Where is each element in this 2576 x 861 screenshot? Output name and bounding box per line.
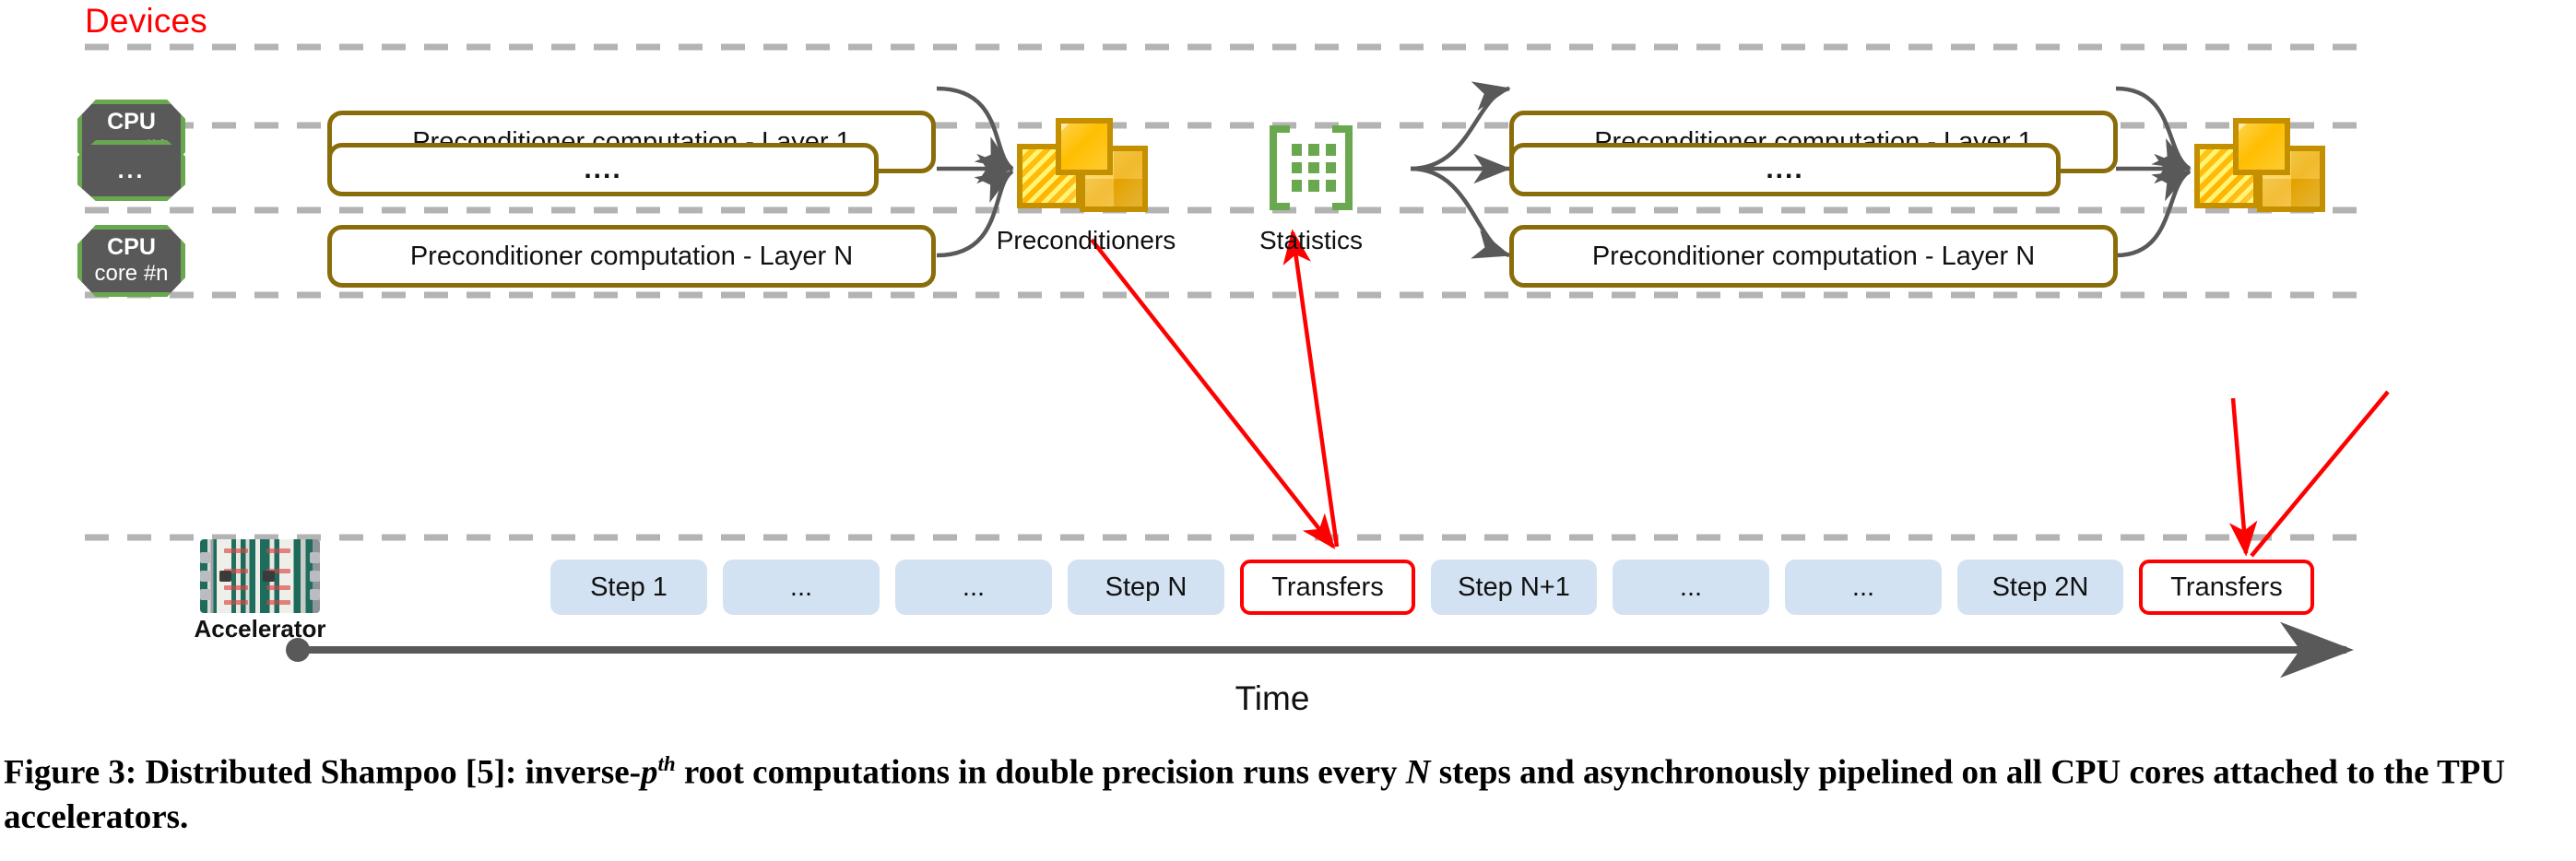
timeline-step-dots-2[interactable]: ... <box>895 560 1052 615</box>
timeline-step-dots-1[interactable]: ... <box>723 560 880 615</box>
bracket-left-icon <box>1270 125 1290 210</box>
red-transfer-arrow <box>1090 229 1340 549</box>
time-axis <box>286 621 2354 678</box>
caption-prefix: Figure 3: Distributed Shampoo [5]: inver… <box>4 753 641 792</box>
converge-arrow-right <box>2115 86 2192 258</box>
precond-box-right-middle: .... <box>1509 143 2061 196</box>
statistics-label: Statistics <box>1258 226 1364 254</box>
timeline-transfers-1[interactable]: Transfers <box>1240 560 1415 615</box>
timeline-step-dots-4[interactable]: ... <box>1785 560 1942 615</box>
preconditioners-icon-right <box>2194 118 2333 219</box>
board-led-row <box>224 585 248 590</box>
figure-distributed-shampoo: Devices CPU core #1 ... CPU core #n Prec… <box>0 0 2576 861</box>
matrix-tile-top <box>1056 118 1113 175</box>
device-node-cpu-core-n: CPU core #n <box>77 225 185 297</box>
caption-math-N: N <box>1405 753 1431 792</box>
board-port <box>310 552 320 563</box>
timeline-transfers-2[interactable]: Transfers <box>2139 560 2314 615</box>
precond-box-right-layerN: Preconditioner computation - Layer N <box>1509 225 2118 288</box>
board-led-row <box>266 600 290 605</box>
timeline-step-1[interactable]: Step 1 <box>550 560 707 615</box>
device-node-line1: CPU <box>107 234 156 261</box>
caption-math-p: p <box>640 753 658 792</box>
caption-math-sup: th <box>657 752 676 775</box>
timeline-step-dots-3[interactable]: ... <box>1613 560 1769 615</box>
device-node-line1: ... <box>117 157 146 183</box>
figure-caption: Figure 3: Distributed Shampoo [5]: inver… <box>4 750 2572 841</box>
preconditioners-label: Preconditioners <box>996 226 1176 254</box>
board-port <box>200 552 210 563</box>
timeline-step-N[interactable]: Step N <box>1068 560 1224 615</box>
precond-box-left-middle: .... <box>327 143 879 196</box>
board-port <box>200 589 210 600</box>
board-port <box>200 571 210 582</box>
board-led-row <box>266 548 290 553</box>
accelerator-board: Accelerator <box>194 539 326 643</box>
time-axis-label: Time <box>1235 679 1310 717</box>
caption-mid: root computations in double precision ru… <box>675 753 1406 792</box>
precond-box-left-layerN: Preconditioner computation - Layer N <box>327 225 936 288</box>
statistics-icon <box>1270 125 1353 210</box>
preconditioners-icon <box>1017 118 1155 219</box>
timeline-step-2N[interactable]: Step 2N <box>1957 560 2123 615</box>
board-led-row <box>266 585 290 590</box>
board-port <box>310 589 320 600</box>
devices-label: Devices <box>85 2 207 40</box>
board-led-row <box>224 548 248 553</box>
board-port <box>310 571 320 582</box>
board-chip <box>219 571 231 582</box>
device-node-line2: core #n <box>94 260 169 286</box>
timeline-step-N1[interactable]: Step N+1 <box>1431 560 1597 615</box>
matrix-tile-top <box>2233 118 2290 175</box>
tpu-board-image <box>200 539 320 613</box>
board-chip <box>263 571 275 582</box>
red-transfer-arrow-right <box>2228 390 2390 558</box>
device-node-cpu-core-mid: ... <box>77 140 185 201</box>
board-led-row <box>224 600 248 605</box>
accelerator-label: Accelerator <box>194 615 326 643</box>
diverge-arrow-right <box>1410 81 1511 259</box>
device-node-line1: CPU <box>107 109 156 136</box>
matrix-dot-grid <box>1292 144 1336 192</box>
